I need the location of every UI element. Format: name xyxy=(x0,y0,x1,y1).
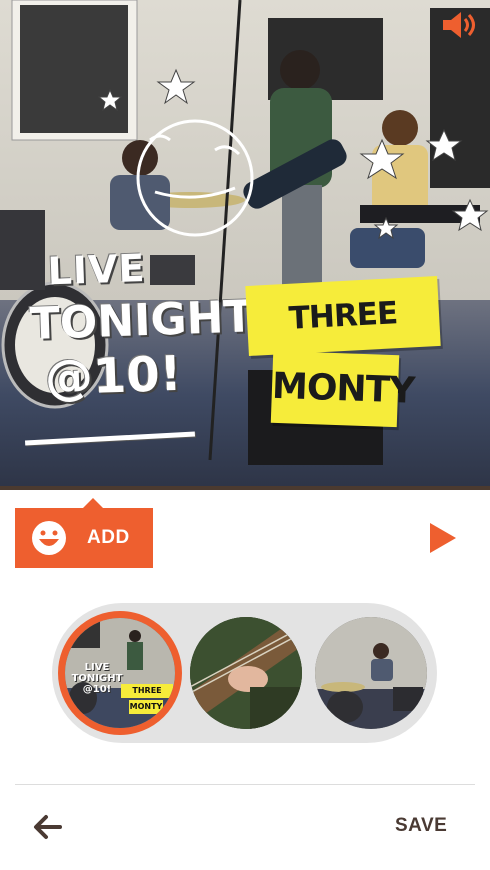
speaker-icon[interactable] xyxy=(441,10,477,40)
clip-2-scene xyxy=(190,617,302,729)
scene-illustration xyxy=(0,0,490,465)
sticker-text-time: @10! xyxy=(44,345,183,407)
clip-thumbnail-2[interactable] xyxy=(190,617,302,729)
clip-1-mini-band-2: MONTY xyxy=(129,700,163,714)
play-icon[interactable] xyxy=(430,523,456,553)
video-preview[interactable]: LIVE TONIGHT @10! THREE SHELL MONTY xyxy=(0,0,490,490)
save-button[interactable]: SAVE xyxy=(395,815,447,837)
clip-3-scene xyxy=(315,617,427,729)
live-tonight-sticker[interactable]: LIVE TONIGHT @10! xyxy=(27,246,255,407)
clip-thumbnail-3[interactable] xyxy=(315,617,427,729)
sticker-text-tonight: TONIGHT xyxy=(29,291,255,351)
footer-divider xyxy=(15,784,475,785)
preview-bottom-border xyxy=(0,486,490,490)
band-name-sticker-line2[interactable]: MONTY xyxy=(270,350,415,428)
add-button-label: ADD xyxy=(87,527,130,548)
band-name-sticker-line1[interactable]: THREE SHELL xyxy=(245,276,441,407)
clip-1-mini-sticker: LIVE TONIGHT @10! xyxy=(71,662,123,695)
add-sticker-button[interactable]: ADD xyxy=(15,498,153,568)
back-arrow-icon[interactable] xyxy=(32,814,62,840)
clip-1-mini-band-1: THREE SHELL xyxy=(121,684,173,709)
smiley-icon xyxy=(32,521,66,555)
clip-thumbnail-1[interactable]: LIVE TONIGHT @10! THREE SHELL MONTY xyxy=(58,611,182,735)
sticker-text-live: LIVE xyxy=(46,246,147,294)
